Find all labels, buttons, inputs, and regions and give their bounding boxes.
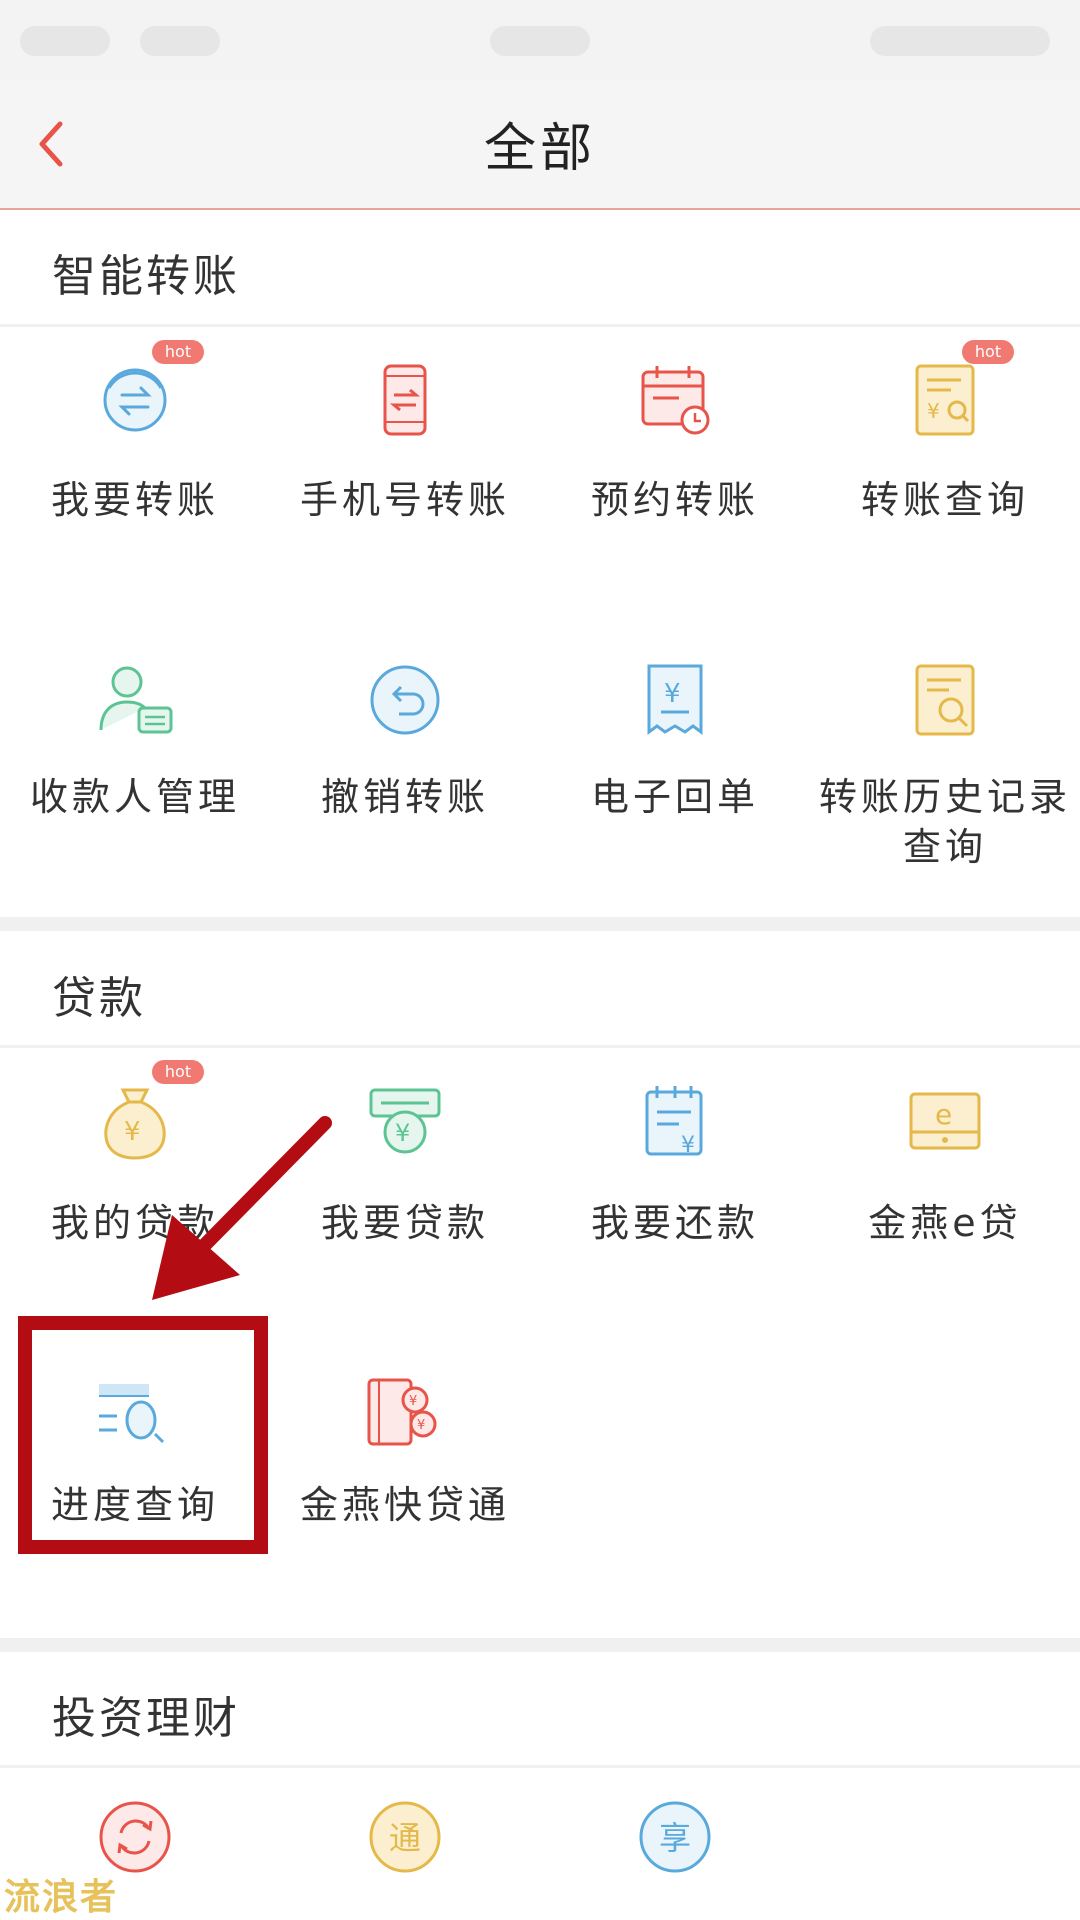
grid-item-my-loan[interactable]: ¥ hot 我的贷款 — [0, 1060, 270, 1270]
grid-item-label: 进度查询 — [50, 1483, 219, 1527]
signal-indicator — [20, 26, 110, 56]
grid-item-label: 金燕快贷通 — [299, 1483, 510, 1527]
phone-transfer-icon — [365, 360, 445, 440]
payee-icon — [95, 660, 175, 740]
grid-item-apply-loan[interactable]: ¥ 我要贷款 — [270, 1060, 540, 1270]
grid-item-investment-3[interactable]: 享 — [540, 1775, 810, 1920]
hot-badge: hot — [152, 340, 204, 364]
cash-machine-icon: ¥ — [365, 1082, 445, 1162]
divider — [0, 1765, 1080, 1768]
grid-item-transfer-history[interactable]: 转账历史记录 查询 — [810, 640, 1080, 880]
page-title: 全部 — [483, 119, 596, 179]
transfer-icon — [95, 360, 175, 440]
svg-text:¥: ¥ — [664, 679, 681, 709]
grid-item-payee-management[interactable]: 收款人管理 — [0, 640, 270, 880]
hot-badge: hot — [152, 1060, 204, 1084]
tong-icon: 通 — [365, 1797, 445, 1877]
e-loan-icon: e — [905, 1082, 985, 1162]
grid-item-transfer-query[interactable]: ¥ hot 转账查询 — [810, 340, 1080, 560]
svg-text:¥: ¥ — [417, 1418, 425, 1433]
history-search-icon — [905, 660, 985, 740]
grid-item-label: 转账查询 — [860, 478, 1029, 522]
grid-item-cancel-transfer[interactable]: 撤销转账 — [270, 640, 540, 880]
undo-icon — [365, 660, 445, 740]
grid-item-label: 我要贷款 — [320, 1201, 489, 1245]
svg-text:¥: ¥ — [681, 1133, 695, 1158]
battery-indicator — [870, 26, 1050, 56]
nav-header: 全部 — [0, 80, 1080, 210]
grid-item-scheduled-transfer[interactable]: 预约转账 — [540, 340, 810, 560]
progress-search-icon — [95, 1374, 175, 1454]
calendar-clock-icon — [635, 360, 715, 440]
money-bag-icon: ¥ — [95, 1082, 175, 1162]
grid-item-label: 转账历史记录 — [818, 775, 1071, 819]
section-title-transfer: 智能转账 — [52, 251, 240, 302]
grid-item-label: 手机号转账 — [299, 478, 510, 522]
divider — [0, 324, 1080, 327]
grid-item-label: 我要还款 — [590, 1201, 759, 1245]
coin-card-icon: ¥ ¥ — [365, 1374, 445, 1454]
receipt-search-icon: ¥ — [905, 360, 985, 440]
grid-item-progress-query[interactable]: 进度查询 — [0, 1350, 270, 1550]
xiang-icon: 享 — [635, 1797, 715, 1877]
grid-item-e-receipt[interactable]: ¥ 电子回单 — [540, 640, 810, 880]
grid-item-label: 我的贷款 — [50, 1201, 219, 1245]
svg-text:¥: ¥ — [927, 399, 940, 423]
grid-item-investment-2[interactable]: 通 — [270, 1775, 540, 1920]
grid-item-label: 我要转账 — [50, 478, 219, 522]
svg-text:e: e — [935, 1098, 952, 1131]
svg-text:¥: ¥ — [124, 1117, 141, 1147]
grid-item-phone-transfer[interactable]: 手机号转账 — [270, 340, 540, 560]
grid-item-label: 收款人管理 — [29, 775, 240, 819]
grid-item-label-line2: 查询 — [902, 825, 987, 869]
clock — [490, 26, 590, 56]
refresh-icon — [95, 1797, 175, 1877]
watermark: 流浪者 — [4, 1877, 119, 1918]
section-title-loan: 贷款 — [52, 973, 146, 1024]
section-gap — [0, 1638, 1080, 1652]
divider — [0, 1045, 1080, 1048]
grid-item-label: 金燕e贷 — [868, 1201, 1022, 1245]
grid-item-label: 撤销转账 — [320, 775, 489, 819]
grid-item-transfer[interactable]: hot 我要转账 — [0, 340, 270, 560]
status-icons — [140, 26, 220, 56]
grid-item-label: 预约转账 — [590, 478, 759, 522]
grid-item-e-loan[interactable]: e 金燕e贷 — [810, 1060, 1080, 1270]
repay-doc-icon: ¥ — [635, 1082, 715, 1162]
grid-item-repay[interactable]: ¥ 我要还款 — [540, 1060, 810, 1270]
xiang-glyph: 享 — [659, 1819, 691, 1857]
grid-item-quick-loan[interactable]: ¥ ¥ 金燕快贷通 — [270, 1350, 540, 1550]
tong-glyph: 通 — [389, 1819, 421, 1857]
hot-badge: hot — [962, 340, 1014, 364]
svg-text:¥: ¥ — [395, 1119, 410, 1147]
section-title-investment: 投资理财 — [52, 1693, 240, 1744]
svg-text:¥: ¥ — [409, 1394, 417, 1409]
receipt-yen-icon: ¥ — [635, 660, 715, 740]
grid-item-label: 电子回单 — [590, 775, 759, 819]
status-bar — [0, 0, 1080, 80]
section-gap — [0, 917, 1080, 931]
